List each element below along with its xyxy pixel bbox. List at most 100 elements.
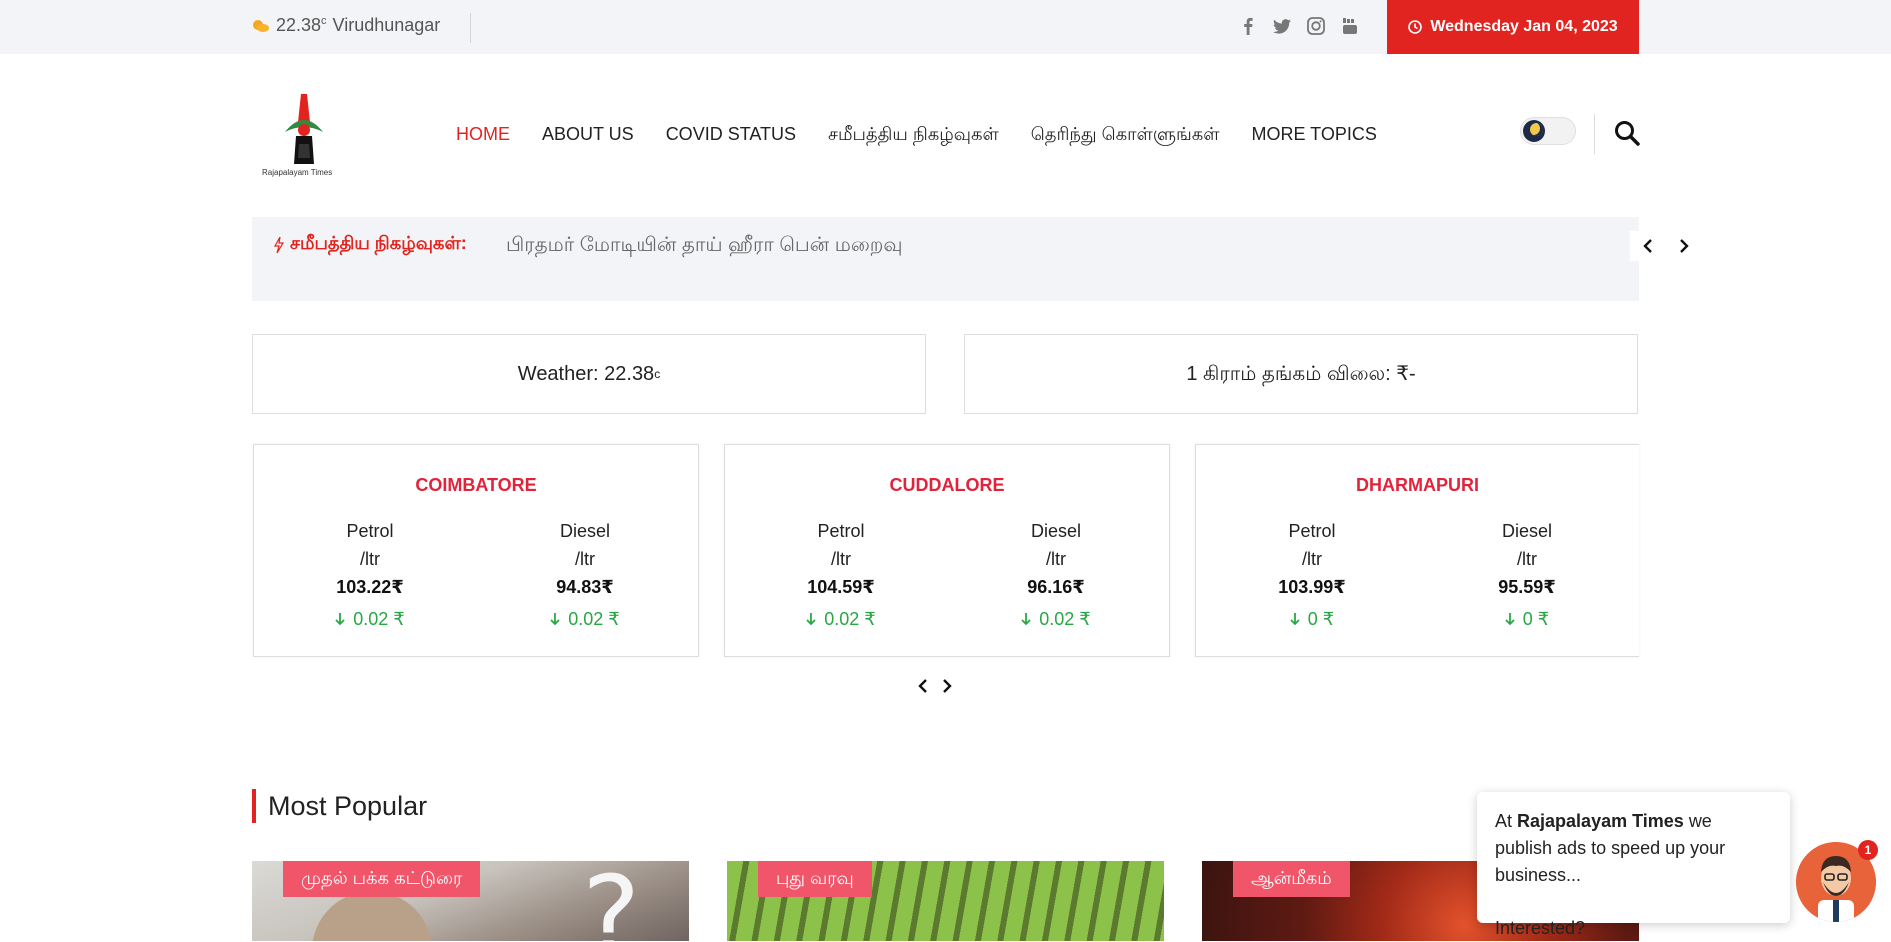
notification-badge: 1 xyxy=(1858,840,1878,860)
fuel-unit: /ltr xyxy=(831,549,851,569)
weather-box-label: Weather: 22.38 xyxy=(517,362,655,385)
fuel-unit: /ltr xyxy=(1046,549,1066,569)
fuel-price: 96.16₹ xyxy=(1027,577,1085,597)
fuel-prev-button[interactable] xyxy=(918,676,928,699)
article-thumbnail[interactable]: ? முதல் பக்க கட்டுரை xyxy=(252,861,689,941)
date-text: Wednesday Jan 04, 2023 xyxy=(1430,18,1618,35)
fuel-unit: /ltr xyxy=(1302,549,1322,569)
chevron-left-icon xyxy=(918,679,927,693)
fuel-carousel-controls xyxy=(918,676,952,699)
chat-prefix: At xyxy=(1495,811,1513,831)
nav-recent-events[interactable]: சமீபத்திய நிகழ்வுகள் xyxy=(828,124,999,147)
nav-more-topics[interactable]: MORE TOPICS xyxy=(1252,124,1377,147)
fuel-change-value: 0.02 ₹ xyxy=(824,608,876,629)
fuel-unit: /ltr xyxy=(360,549,380,569)
fuel-change: 0.02 ₹ xyxy=(986,605,1126,633)
diesel-column: Diesel /ltr 95.59₹ 0 ₹ xyxy=(1457,521,1597,633)
nav-covid-status[interactable]: COVID STATUS xyxy=(666,124,796,147)
fuel-change: 0.02 ₹ xyxy=(515,605,655,633)
fuel-change-value: 0.02 ₹ xyxy=(568,608,620,629)
fuel-type-label: Petrol xyxy=(1288,521,1336,541)
fuel-change-value: 0.02 ₹ xyxy=(353,608,405,629)
nav-home[interactable]: HOME xyxy=(456,124,510,147)
arrow-down-icon xyxy=(550,613,560,626)
fuel-price: 103.99₹ xyxy=(1278,577,1346,597)
fuel-change-value: 0 ₹ xyxy=(1307,608,1335,629)
date-display: Wednesday Jan 04, 2023 xyxy=(1387,0,1639,54)
fuel-card: COIMBATORE Petrol /ltr 103.22₹ 0.02 ₹ Di… xyxy=(253,444,699,657)
top-weather-temp: 22.38 xyxy=(276,15,322,35)
fuel-change: 0 ₹ xyxy=(1242,605,1382,633)
arrow-down-icon xyxy=(1290,613,1300,626)
fuel-price: 95.59₹ xyxy=(1498,577,1556,597)
nav-about-us[interactable]: ABOUT US xyxy=(542,124,634,147)
thumbnail-image xyxy=(312,891,432,941)
youtube-icon[interactable] xyxy=(1340,15,1360,37)
ticker-label: சமீபத்திய நிகழ்வுகள்: xyxy=(274,233,467,256)
ticker-next-button[interactable] xyxy=(1666,231,1702,261)
cloud-sun-icon xyxy=(253,19,269,32)
gold-price-box: 1 கிராம் தங்கம் விலை: ₹- xyxy=(964,334,1638,414)
chevron-left-icon xyxy=(1643,239,1652,253)
fuel-type-label: Diesel xyxy=(1501,521,1553,541)
instagram-icon[interactable] xyxy=(1306,15,1326,37)
chat-message: At Rajapalayam Times we publish ads to s… xyxy=(1495,808,1772,889)
ticker-prev-button[interactable] xyxy=(1630,231,1666,261)
search-icon[interactable] xyxy=(1614,120,1640,151)
weather-box: Weather: 22.38 c xyxy=(252,334,926,414)
chat-question: Interested? xyxy=(1495,918,1586,938)
moon-icon xyxy=(1523,120,1545,142)
ticker-label-text: சமீபத்திய நிகழ்வுகள்: xyxy=(290,233,467,253)
logo-text: Rajapalayam Times xyxy=(262,168,333,177)
gold-price-label: 1 கிராம் தங்கம் விலை: ₹- xyxy=(1186,362,1416,385)
category-tag[interactable]: புது வரவு xyxy=(758,861,872,897)
section-title: Most Popular xyxy=(252,789,427,823)
category-tag[interactable]: ஆன்மீகம் xyxy=(1233,861,1350,897)
facebook-icon[interactable] xyxy=(1238,15,1258,37)
top-weather: 22.38c Virudhunagar xyxy=(252,15,440,36)
header-divider xyxy=(1594,114,1595,154)
lightning-icon xyxy=(274,236,284,253)
weather-box-unit: c xyxy=(654,367,661,381)
arrow-down-icon xyxy=(806,613,816,626)
fuel-price: 103.22₹ xyxy=(336,577,404,597)
diesel-column: Diesel /ltr 96.16₹ 0.02 ₹ xyxy=(986,521,1126,633)
fuel-type-label: Diesel xyxy=(559,521,611,541)
dark-mode-toggle[interactable] xyxy=(1520,117,1576,145)
fuel-change-value: 0 ₹ xyxy=(1522,608,1550,629)
fuel-price: 94.83₹ xyxy=(556,577,614,597)
petrol-column: Petrol /ltr 103.99₹ 0 ₹ xyxy=(1242,521,1382,633)
twitter-icon[interactable] xyxy=(1272,15,1292,37)
chevron-right-icon xyxy=(943,679,952,693)
fuel-type-label: Diesel xyxy=(1030,521,1082,541)
fuel-type-label: Petrol xyxy=(817,521,865,541)
top-bar: 22.38c Virudhunagar Wednesday Jan 04, 20… xyxy=(0,0,1891,54)
fuel-city: CUDDALORE xyxy=(889,475,1005,495)
chat-popup[interactable]: At Rajapalayam Times we publish ads to s… xyxy=(1477,792,1790,938)
arrow-down-icon xyxy=(1505,613,1515,626)
top-weather-city: Virudhunagar xyxy=(332,15,441,35)
arrow-down-icon xyxy=(335,613,345,626)
main-nav: HOME ABOUT US COVID STATUS சமீபத்திய நிக… xyxy=(456,124,1377,147)
petrol-column: Petrol /ltr 103.22₹ 0.02 ₹ xyxy=(300,521,440,633)
ticker-headline[interactable]: பிரதமர் மோடியின் தாய் ஹீரா பென் மறைவு xyxy=(506,234,903,259)
fuel-unit: /ltr xyxy=(575,549,595,569)
diesel-column: Diesel /ltr 94.83₹ 0.02 ₹ xyxy=(515,521,655,633)
chevron-right-icon xyxy=(1680,239,1689,253)
fuel-change: 0.02 ₹ xyxy=(300,605,440,633)
category-tag[interactable]: முதல் பக்க கட்டுரை xyxy=(283,861,481,897)
fuel-type-label: Petrol xyxy=(346,521,394,541)
fuel-price: 104.59₹ xyxy=(807,577,875,597)
fuel-next-button[interactable] xyxy=(942,676,952,699)
article-thumbnail[interactable]: புது வரவு xyxy=(727,861,1164,941)
fuel-card: CUDDALORE Petrol /ltr 104.59₹ 0.02 ₹ Die… xyxy=(724,444,1170,657)
fuel-change: 0.02 ₹ xyxy=(771,605,911,633)
question-mark-graphic: ? xyxy=(582,861,641,941)
fuel-unit: /ltr xyxy=(1517,549,1537,569)
social-links xyxy=(1238,15,1360,37)
petrol-column: Petrol /ltr 104.59₹ 0.02 ₹ xyxy=(771,521,911,633)
breaking-news-ticker: சமீபத்திய நிகழ்வுகள்: பிரதமர் மோடியின் த… xyxy=(252,217,1689,301)
nav-know-more[interactable]: தெரிந்து கொள்ளுங்கள் xyxy=(1031,124,1220,147)
top-weather-unit: c xyxy=(321,15,327,27)
clock-icon xyxy=(1408,20,1423,34)
